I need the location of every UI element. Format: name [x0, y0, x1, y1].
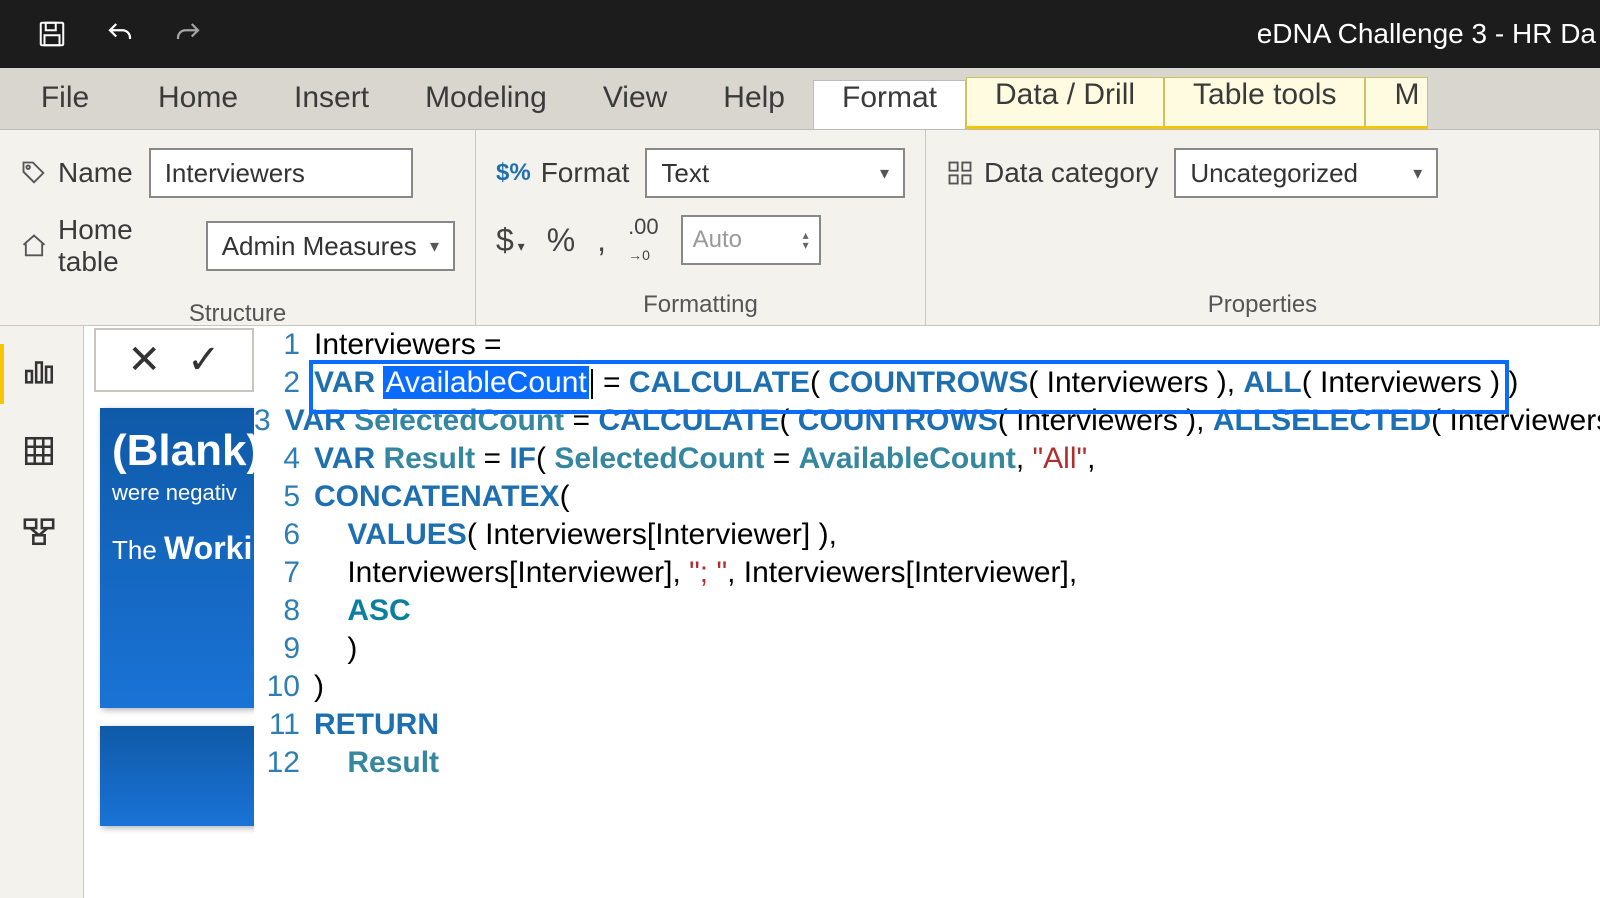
- line-number: 6: [254, 516, 314, 554]
- datacategory-label: Data category: [946, 157, 1158, 189]
- decimals-spinner[interactable]: Auto ▴▾: [681, 215, 821, 265]
- ribbon-group-properties: Data category Uncategorized ▾ Properties: [926, 130, 1600, 325]
- code-line[interactable]: 8 ASC: [254, 592, 1600, 630]
- tab-modeling[interactable]: Modeling: [397, 81, 575, 129]
- tab-partial[interactable]: M: [1365, 77, 1428, 129]
- format-icon: $%: [496, 159, 531, 187]
- line-number: 3: [254, 402, 285, 440]
- currency-button[interactable]: $ ▾: [496, 222, 525, 259]
- quick-access-toolbar: [0, 18, 204, 50]
- view-rail: [0, 326, 84, 898]
- card-line1: were negativ: [112, 480, 258, 506]
- ribbon-tabs: File Home Insert Modeling View Help Form…: [0, 68, 1600, 130]
- canvas: (Blank) were negativ The Worki ✕ ✓ 1Inte…: [84, 326, 1600, 898]
- category-icon: [946, 159, 974, 187]
- tab-home[interactable]: Home: [130, 81, 266, 129]
- code-line[interactable]: 1Interviewers =: [254, 326, 1600, 364]
- group-label-structure: Structure: [20, 294, 455, 328]
- commit-formula-button[interactable]: ✓: [187, 337, 221, 383]
- tab-insert[interactable]: Insert: [266, 81, 397, 129]
- ribbon: Name Home table Admin Measures ▾ Structu…: [0, 130, 1600, 326]
- code-line[interactable]: 9 ): [254, 630, 1600, 668]
- line-number: 5: [254, 478, 314, 516]
- hometable-label: Home table: [20, 214, 190, 278]
- code-content[interactable]: Interviewers =: [314, 326, 510, 364]
- comma-button[interactable]: ,: [597, 222, 606, 259]
- code-line[interactable]: 12 Result: [254, 744, 1600, 782]
- tab-data-drill[interactable]: Data / Drill: [966, 77, 1164, 129]
- code-content[interactable]: ): [314, 668, 324, 706]
- tab-help[interactable]: Help: [695, 81, 813, 129]
- tab-table-tools[interactable]: Table tools: [1164, 77, 1365, 129]
- formula-bar-actions: ✕ ✓: [94, 328, 254, 392]
- title-bar: eDNA Challenge 3 - HR Da: [0, 0, 1600, 68]
- line-number: 12: [254, 744, 314, 782]
- lower-area: (Blank) were negativ The Worki ✕ ✓ 1Inte…: [0, 326, 1600, 898]
- redo-icon[interactable]: [172, 18, 204, 50]
- code-line[interactable]: 3VAR SelectedCount = CALCULATE( COUNTROW…: [254, 402, 1600, 440]
- code-content[interactable]: VAR SelectedCount = CALCULATE( COUNTROWS…: [285, 402, 1600, 440]
- card-title: (Blank): [112, 426, 258, 476]
- dax-editor[interactable]: 1Interviewers = 2VAR AvailableCount = CA…: [254, 326, 1600, 898]
- ribbon-group-formatting: $% Format Text ▾ $ ▾ % , .00→0 Auto ▴▾ F…: [476, 130, 926, 325]
- code-line[interactable]: 6 VALUES( Interviewers[Interviewer] ),: [254, 516, 1600, 554]
- undo-icon[interactable]: [104, 18, 136, 50]
- group-label-formatting: Formatting: [496, 285, 905, 319]
- window-title: eDNA Challenge 3 - HR Da: [1257, 18, 1600, 50]
- code-content[interactable]: CONCATENATEX(: [314, 478, 570, 516]
- line-number: 7: [254, 554, 314, 592]
- chevron-down-icon: ▾: [880, 163, 889, 184]
- tab-format[interactable]: Format: [813, 80, 966, 129]
- ribbon-group-structure: Name Home table Admin Measures ▾ Structu…: [0, 130, 476, 325]
- decimals-icon[interactable]: .00→0: [628, 214, 659, 266]
- home-icon: [20, 232, 48, 260]
- format-label: $% Format: [496, 157, 629, 189]
- code-content[interactable]: ): [314, 630, 357, 668]
- name-label: Name: [20, 157, 133, 189]
- code-content[interactable]: VAR Result = IF( SelectedCount = Availab…: [314, 440, 1096, 478]
- line-number: 4: [254, 440, 314, 478]
- report-card-2[interactable]: [100, 726, 270, 826]
- spinner-arrows-icon: ▴▾: [803, 230, 809, 250]
- chevron-down-icon: ▾: [1413, 163, 1422, 184]
- data-view-button[interactable]: [22, 434, 62, 474]
- code-line[interactable]: 11RETURN: [254, 706, 1600, 744]
- tag-icon: [20, 159, 48, 187]
- chevron-down-icon: ▾: [430, 236, 439, 257]
- line-number: 2: [254, 364, 314, 402]
- code-content[interactable]: Interviewers[Interviewer], "; ", Intervi…: [314, 554, 1077, 592]
- line-number: 8: [254, 592, 314, 630]
- cancel-formula-button[interactable]: ✕: [127, 337, 161, 383]
- tab-file[interactable]: File: [0, 81, 130, 129]
- code-content[interactable]: Result: [314, 744, 439, 782]
- code-content[interactable]: ASC: [314, 592, 411, 630]
- code-line[interactable]: 7 Interviewers[Interviewer], "; ", Inter…: [254, 554, 1600, 592]
- datacategory-select[interactable]: Uncategorized ▾: [1174, 148, 1438, 198]
- format-select[interactable]: Text ▾: [645, 148, 905, 198]
- tab-view[interactable]: View: [575, 81, 695, 129]
- model-view-button[interactable]: [22, 514, 62, 554]
- line-number: 10: [254, 668, 314, 706]
- line-number: 9: [254, 630, 314, 668]
- code-content[interactable]: VAR AvailableCount = CALCULATE( COUNTROW…: [314, 364, 1518, 402]
- line-number: 11: [254, 706, 314, 744]
- code-line[interactable]: 4VAR Result = IF( SelectedCount = Availa…: [254, 440, 1600, 478]
- report-view-button[interactable]: [22, 354, 62, 394]
- code-line[interactable]: 10): [254, 668, 1600, 706]
- report-card[interactable]: (Blank) were negativ The Worki: [100, 408, 270, 708]
- card-line2: The Worki: [112, 530, 258, 567]
- code-content[interactable]: VALUES( Interviewers[Interviewer] ),: [314, 516, 837, 554]
- code-line[interactable]: 2VAR AvailableCount = CALCULATE( COUNTRO…: [254, 364, 1600, 402]
- save-icon[interactable]: [36, 18, 68, 50]
- group-label-properties: Properties: [946, 285, 1579, 319]
- hometable-select[interactable]: Admin Measures ▾: [206, 221, 455, 271]
- line-number: 1: [254, 326, 314, 364]
- percent-button[interactable]: %: [547, 222, 575, 259]
- code-content[interactable]: RETURN: [314, 706, 439, 744]
- name-input[interactable]: [149, 148, 413, 198]
- code-line[interactable]: 5CONCATENATEX(: [254, 478, 1600, 516]
